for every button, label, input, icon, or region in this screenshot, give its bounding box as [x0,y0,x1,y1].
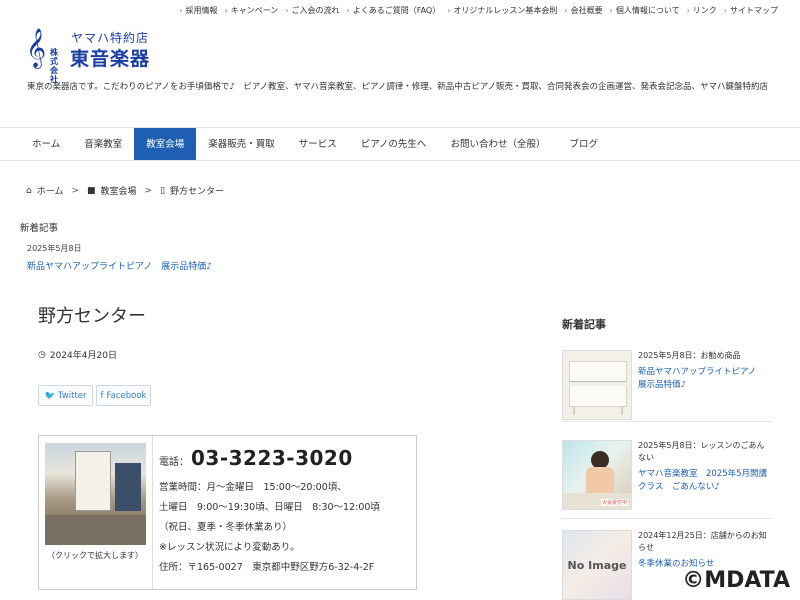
info-text: 電話： 03-3223-3020 営業時間：月～金曜日 15:00～20:00頃… [159,446,414,578]
breadcrumb: ⌂ ホーム > ■ 教室会場 > ▯ 野方センター [26,184,225,198]
piano-keys [569,381,627,386]
folder-icon: ■ [87,185,96,196]
breadcrumb-current: 野方センター [170,187,225,197]
lesson-thumbnail[interactable]: 大会受付中 [562,440,632,510]
nav-instrument-sales[interactable]: 楽器販売・買取 [196,128,287,160]
nav-home[interactable]: ホーム [20,128,72,160]
variation-note: ※レッスン状況により変動あり。 [159,542,300,553]
nav-music-school[interactable]: 音楽教室 [72,128,134,160]
breadcrumb-separator: > [144,185,153,196]
sidebar-post-link[interactable]: ヤマハ音楽教室 2025年5月開講クラス ごあんない♪ [638,468,772,494]
hours-weekend: 土曜日 9:00～19:30頃、日曜日 8:30～12:00頃 [159,502,380,513]
post-date-text: 2024年4月20日 [49,351,117,361]
photo-sign-dark [115,463,141,511]
news-ticker: 新着記事 2025年5月8日 新品ヤマハアップライトピアノ 展示品特価♪ [20,220,212,272]
news-link[interactable]: 新品ヤマハアップライトピアノ 展示品特価♪ [27,259,212,272]
logo-corp: 株式会社 [50,48,58,84]
top-nav-campaign[interactable]: キャンペーン [225,5,279,16]
no-image-label: No Image [567,558,627,572]
sidebar-post[interactable]: 大会受付中 2025年5月8日：レッスンのごあんない ヤマハ音楽教室 2025年… [562,440,772,514]
nav-services[interactable]: サービス [287,128,349,160]
storefront-photo[interactable] [45,443,146,545]
nav-classroom-venues[interactable]: 教室会場 [134,128,197,160]
top-nav-privacy[interactable]: 個人情報について [610,5,680,16]
breadcrumb-category[interactable]: 教室会場 [101,184,137,197]
top-nav-faq[interactable]: よくあるご質問（FAQ） [347,5,441,16]
nav-for-teachers[interactable]: ピアノの先生へ [349,128,439,160]
breadcrumb-home[interactable]: ホーム [37,184,64,197]
sidebar-post-meta: 2025年5月8日：お勧め商品 [638,351,741,360]
top-nav-links[interactable]: リンク [687,5,717,16]
top-nav-recruit[interactable]: 採用情報 [179,5,218,16]
info-divider [152,436,153,589]
share-twitter-button[interactable]: 🐦 Twitter [38,385,93,406]
logo-name: 東音楽器 [70,48,151,70]
tel-line: 電話： 03-3223-3020 [159,446,414,470]
site-description: 東京の楽器店です。こだわりのピアノをお手頃価格で♪ ピアノ教室、ヤマハ音楽教室、… [27,82,769,92]
lesson-student-body [586,467,614,493]
main-nav: ホーム 音楽教室 教室会場 楽器販売・買取 サービス ピアノの先生へ お問い合わ… [0,127,800,161]
news-title: 新着記事 [20,223,59,234]
clock-icon: ◷ [38,349,46,360]
hours-weekday: 営業時間：月～金曜日 15:00～20:00頃、 [159,482,347,493]
upright-piano-thumbnail[interactable] [562,350,632,420]
nav-contact[interactable]: お問い合わせ（全般） [438,128,557,160]
sidebar-post-meta: 2025年5月8日：レッスンのごあんない [638,441,765,462]
sidebar-divider [562,421,772,422]
no-image-thumbnail[interactable]: No Image [562,530,632,600]
address: 住所：〒165-0027 東京都中野区野方6-32-4-2F [159,562,375,573]
news-date: 2025年5月8日 [27,244,82,253]
top-utility-nav: 採用情報 キャンペーン ご入会の流れ よくあるご質問（FAQ） オリジナルレッス… [179,5,779,16]
treble-clef-icon: 𝄞 [26,28,47,68]
top-nav-company[interactable]: 会社概要 [564,5,603,16]
tel-number[interactable]: 03-3223-3020 [191,446,353,470]
top-nav-sitemap[interactable]: サイトマップ [724,5,778,16]
tel-label: 電話： [159,457,189,468]
photo-street [45,515,146,545]
post-date: ◷ 2024年4月20日 [38,348,117,362]
location-info-box: （クリックで拡大します） 電話： 03-3223-3020 営業時間：月～金曜日… [38,435,417,590]
share-facebook-label: Facebook [106,390,147,401]
sidebar-post-meta: 2024年12月25日：店舗からのお知らせ [638,531,767,552]
nav-blog[interactable]: ブログ [557,128,610,160]
sidebar-divider [562,518,772,519]
top-nav-rules[interactable]: オリジナルレッスン基本会則 [447,5,557,16]
piano-legs [573,407,623,415]
page-icon: ▯ [160,185,166,196]
facebook-icon: f [100,390,104,401]
share-facebook-button[interactable]: f Facebook [96,385,151,406]
sidebar-post-link[interactable]: 新品ヤマハアップライトピアノ 展示品特価♪ [638,366,772,392]
breadcrumb-separator: > [71,185,79,196]
twitter-icon: 🐦 [44,390,56,401]
thumbnail-tag: 大会受付中 [600,499,628,506]
photo-sign [75,451,111,511]
sidebar-post[interactable]: 2025年5月8日：お勧め商品 新品ヤマハアップライトピアノ 展示品特価♪ [562,350,772,424]
home-icon: ⌂ [26,185,32,196]
copyright-watermark: ©MDATA [682,568,790,593]
photo-caption: （クリックで拡大します） [47,551,143,560]
top-nav-enrollment[interactable]: ご入会の流れ [285,5,340,16]
sidebar-title: 新着記事 [562,318,606,331]
site-logo[interactable]: 𝄞 ヤマハ特約店 株式会社 東音楽器 [26,28,196,84]
share-twitter-label: Twitter [58,390,87,401]
holiday-note: （祝日、夏季・冬季休業あり） [159,522,293,533]
info-lines: 営業時間：月～金曜日 15:00～20:00頃、 土曜日 9:00～19:30頃… [159,478,414,578]
page-title: 野方センター [38,306,146,327]
